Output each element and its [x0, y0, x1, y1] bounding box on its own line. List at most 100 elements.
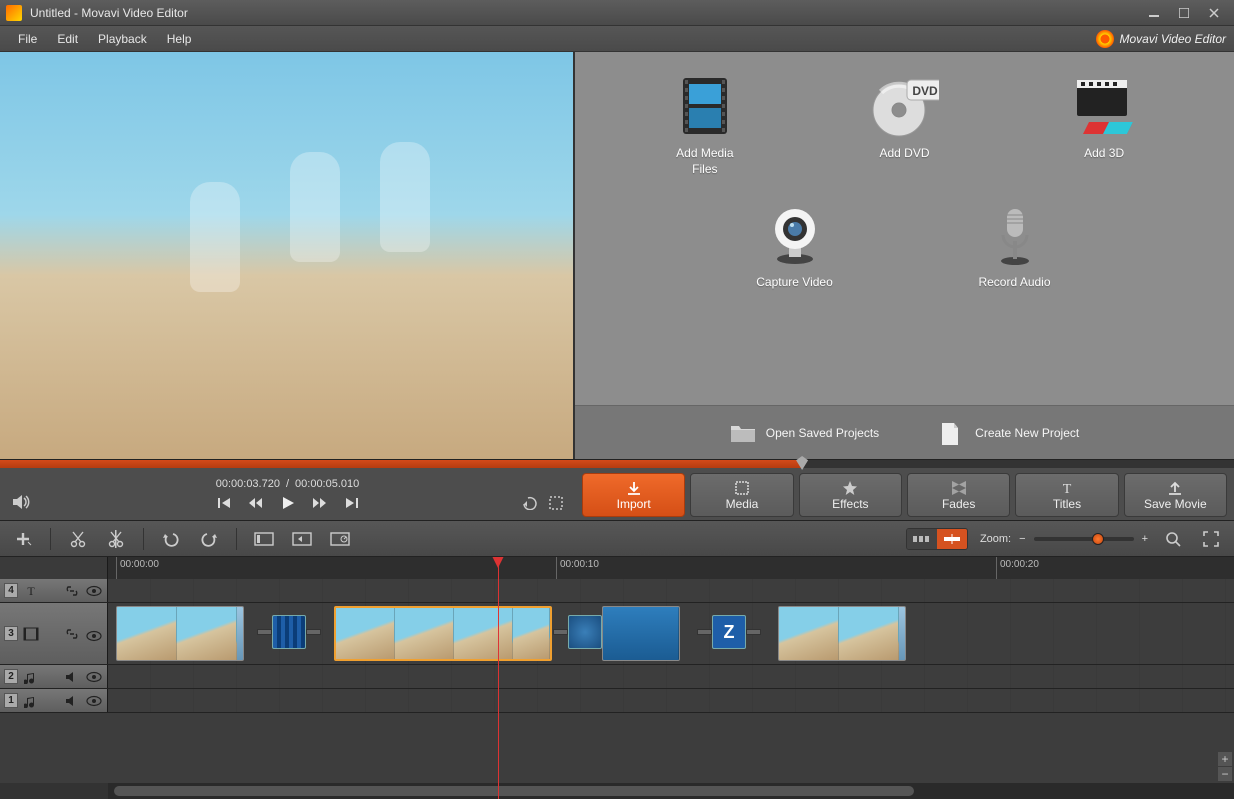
menu-file[interactable]: File — [8, 28, 47, 50]
app-icon — [6, 5, 22, 21]
clip-props-button[interactable] — [251, 526, 277, 552]
visibility-icon[interactable] — [85, 668, 103, 686]
visibility-icon[interactable] — [85, 582, 103, 600]
hscroll-thumb[interactable] — [114, 786, 914, 796]
import-panel: Add Media Files DVD Add DVD Add 3D — [575, 52, 1234, 405]
tab-media-label: Media — [726, 497, 759, 511]
menu-playback[interactable]: Playback — [88, 28, 157, 50]
timeline-hscroll[interactable] — [0, 783, 1234, 799]
tab-titles[interactable]: T Titles — [1015, 473, 1118, 517]
mute-icon[interactable] — [63, 668, 81, 686]
zoom-minus[interactable]: − — [1019, 533, 1025, 545]
go-start-button[interactable] — [218, 496, 232, 510]
close-button[interactable] — [1200, 4, 1228, 22]
transition-1[interactable] — [272, 615, 306, 649]
clip-speed-button[interactable] — [327, 526, 353, 552]
transport-area: 00:00:03.720 / 00:00:05.010 — [0, 468, 575, 520]
tab-fades[interactable]: Fades — [907, 473, 1010, 517]
clip-4[interactable]: Water.jpg (0:00:03) — [778, 606, 906, 661]
storyboard-view-icon[interactable] — [907, 529, 937, 549]
zoom-knob[interactable] — [1092, 533, 1104, 545]
split-button[interactable] — [103, 526, 129, 552]
timecode-total: 00:00:05.010 — [295, 478, 359, 490]
go-end-button[interactable] — [344, 496, 358, 510]
forward-button[interactable] — [312, 496, 328, 510]
menu-edit[interactable]: Edit — [47, 28, 88, 50]
clip-tools-button[interactable] — [289, 526, 315, 552]
play-button[interactable] — [280, 495, 296, 511]
redo2-button[interactable] — [196, 526, 222, 552]
tab-media[interactable]: Media — [690, 473, 793, 517]
star-icon — [842, 480, 858, 496]
timeline: 00:00:00 00:00:10 00:00:20 4 T 3 1.mp4 (… — [0, 557, 1234, 799]
mute-icon[interactable] — [63, 692, 81, 710]
add-dvd-tile[interactable]: DVD Add DVD — [824, 66, 984, 183]
clip-1[interactable]: 1.mp4 (0:00:03) — [116, 606, 244, 661]
clip-3[interactable]: Swimming.jpg (0:... — [602, 606, 680, 661]
undo-button[interactable] — [523, 496, 539, 510]
tab-save-label: Save Movie — [1144, 497, 1207, 511]
track-zoom-in[interactable]: + — [1218, 752, 1232, 766]
add-track-button[interactable] — [10, 526, 36, 552]
create-new-project[interactable]: Create New Project — [939, 422, 1079, 444]
media-icon — [734, 480, 750, 496]
tab-save-movie[interactable]: Save Movie — [1124, 473, 1227, 517]
maximize-button[interactable] — [1170, 4, 1198, 22]
tab-import-label: Import — [617, 497, 651, 511]
tab-titles-label: Titles — [1053, 497, 1081, 511]
zoom-slider[interactable] — [1034, 537, 1134, 541]
track-4-num: 4 — [4, 583, 18, 598]
tab-import[interactable]: Import — [582, 473, 685, 517]
timeline-playhead[interactable] — [498, 557, 499, 799]
timeline-view-icon[interactable] — [937, 529, 967, 549]
timecode-current: 00:00:03.720 — [216, 478, 280, 490]
add-3d-tile[interactable]: Add 3D — [1024, 66, 1184, 183]
add-3d-label: Add 3D — [1084, 146, 1124, 162]
visibility-icon[interactable] — [85, 627, 103, 645]
audio-track-icon — [22, 692, 40, 710]
import-icon — [626, 480, 642, 496]
link-icon[interactable] — [63, 625, 81, 643]
record-audio-tile[interactable]: Record Audio — [935, 195, 1095, 297]
crop-button[interactable] — [549, 496, 563, 510]
view-toggle[interactable] — [906, 528, 968, 550]
track-3-lane[interactable]: 1.mp4 (0:00:03) Summer.mp4 (0:00:05) Swi… — [108, 603, 1234, 664]
visibility-icon[interactable] — [85, 692, 103, 710]
brand-logo-icon — [1096, 30, 1114, 48]
volume-button[interactable] — [12, 494, 30, 510]
cut-button[interactable] — [65, 526, 91, 552]
playback-progress[interactable] — [0, 460, 1234, 468]
link-icon[interactable] — [63, 582, 81, 600]
rewind-button[interactable] — [248, 496, 264, 510]
capture-video-label: Capture Video — [756, 275, 833, 291]
export-icon — [1167, 480, 1183, 496]
add-dvd-label: Add DVD — [879, 146, 929, 162]
tab-effects[interactable]: Effects — [799, 473, 902, 517]
open-saved-projects[interactable]: Open Saved Projects — [730, 422, 879, 444]
ruler-tick-0: 00:00:00 — [116, 557, 159, 579]
fullscreen-button[interactable] — [1198, 526, 1224, 552]
fit-zoom-button[interactable] — [1160, 526, 1186, 552]
capture-video-tile[interactable]: Capture Video — [715, 195, 875, 297]
menubar: File Edit Playback Help Movavi Video Edi… — [0, 26, 1234, 52]
transition-3[interactable]: Z — [712, 615, 746, 649]
transition-2[interactable] — [568, 615, 602, 649]
timeline-toolbar: Zoom: − + — [0, 521, 1234, 557]
projects-bar: Open Saved Projects Create New Project — [575, 405, 1234, 459]
timeline-ruler[interactable]: 00:00:00 00:00:10 00:00:20 — [0, 557, 1234, 579]
undo2-button[interactable] — [158, 526, 184, 552]
text-track-icon: T — [22, 582, 40, 600]
create-project-label: Create New Project — [975, 426, 1079, 440]
menu-help[interactable]: Help — [157, 28, 202, 50]
minimize-button[interactable] — [1140, 4, 1168, 22]
video-preview[interactable] — [0, 52, 573, 459]
svg-text:T: T — [1063, 482, 1072, 496]
track-1-num: 1 — [4, 693, 18, 708]
track-4: 4 T — [0, 579, 1234, 603]
add-media-label: Add Media Files — [676, 146, 733, 177]
add-media-files-tile[interactable]: Add Media Files — [625, 66, 785, 183]
record-audio-label: Record Audio — [978, 275, 1050, 291]
zoom-plus[interactable]: + — [1142, 533, 1148, 545]
track-zoom-out[interactable]: − — [1218, 767, 1232, 781]
clip-2-selected[interactable]: Summer.mp4 (0:00:05) — [334, 606, 552, 661]
